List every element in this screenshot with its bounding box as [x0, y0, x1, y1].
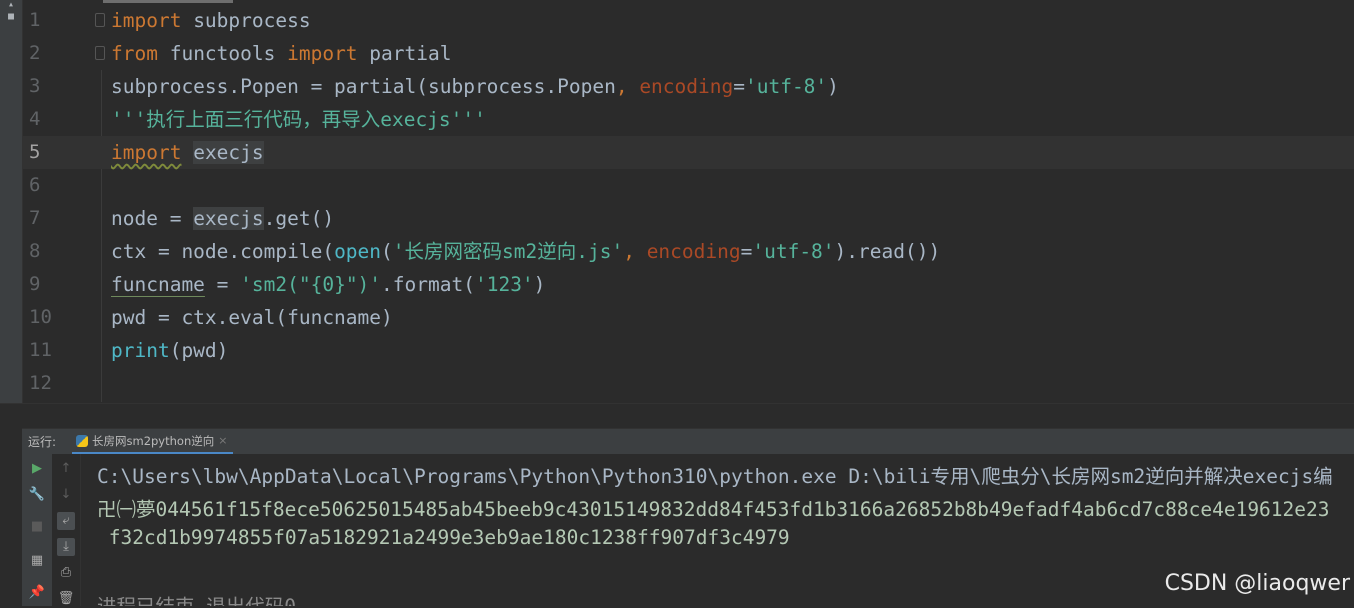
keyword: import	[111, 141, 182, 164]
pin-icon[interactable]: 📌	[28, 584, 46, 602]
line-number: 9	[29, 273, 41, 295]
console-output-line: 卍㈠夢044561f15f8ece50625015485ab45beeb9c43…	[97, 498, 1330, 521]
code-text: subprocess.Popen = partial(subprocess.Po…	[111, 75, 616, 98]
line-number: 4	[29, 108, 41, 130]
soft-wrap-icon[interactable]: ⤶	[57, 512, 75, 530]
code-line-3[interactable]: 3 subprocess.Popen = partial(subprocess.P…	[23, 70, 1354, 103]
code-line-9[interactable]: 9 funcname = 'sm2("{0}")'.format('123')	[23, 268, 1354, 301]
keyword: from	[111, 42, 158, 65]
string: 'utf-8'	[744, 75, 828, 98]
print-icon[interactable]: ⎙	[57, 564, 75, 582]
line-number: 1	[29, 9, 41, 31]
up-arrow-icon[interactable]: ↑	[57, 460, 75, 478]
console-output-line: f32cd1b9974855f07a5182921a2499e3eb9ae180…	[97, 526, 790, 549]
code-text: =	[740, 240, 753, 263]
code-text: functools	[157, 42, 288, 65]
run-toolbar: ▶ 🔧 ■ ▦ 📌	[22, 454, 52, 606]
comma: ,	[615, 75, 640, 98]
trash-icon[interactable]: 🗑	[57, 590, 75, 608]
editor-tab-indicator	[103, 0, 233, 3]
code-text: subprocess	[181, 9, 311, 32]
left-tool-strip: ▴ ■	[0, 0, 23, 428]
line-number: 5	[29, 141, 41, 163]
stop-icon[interactable]: ■	[28, 518, 46, 536]
param-name: encoding	[646, 240, 741, 263]
keyword: import	[287, 42, 358, 65]
code-text: )	[533, 273, 546, 296]
string: 'utf-8'	[752, 240, 835, 263]
console-exit-line: 进程已结束,退出代码0	[97, 590, 296, 606]
line-number: 3	[29, 75, 41, 97]
panel-divider[interactable]	[0, 403, 1354, 429]
run-config-tab[interactable]: 长房网sm2python逆向 ×	[72, 429, 234, 455]
console-command-line: C:\Users\lbw\AppData\Local\Programs\Pyth…	[97, 465, 1333, 488]
code-text: (pwd)	[169, 339, 229, 362]
code-line-5[interactable]: 5 import execjs	[23, 136, 1354, 169]
builtin: print	[111, 339, 170, 362]
variable: funcname	[111, 273, 205, 296]
run-label: 运行:	[28, 435, 57, 449]
code-line-4[interactable]: 4 '''执行上面三行代码，再导入execjs'''	[23, 103, 1354, 136]
string: '123'	[474, 273, 534, 296]
code-text: .get()	[263, 207, 335, 230]
code-line-12[interactable]: 12	[23, 367, 1354, 400]
code-line-1[interactable]: 1 import subprocess	[23, 4, 1354, 37]
code-line-11[interactable]: 11 print(pwd)	[23, 334, 1354, 367]
watermark: CSDN @liaoqwer	[1164, 571, 1350, 596]
code-line-10[interactable]: 10 pwd = ctx.eval(funcname)	[23, 301, 1354, 334]
line-number: 12	[29, 372, 52, 394]
folder-icon[interactable]: ■	[5, 12, 17, 22]
code-text: ctx = node.compile(	[111, 240, 335, 263]
code-text: .format(	[381, 273, 475, 296]
line-number: 10	[29, 306, 52, 328]
code-text: =	[204, 273, 241, 296]
code-editor[interactable]: 1 import subprocess 2 from functools impor…	[23, 0, 1354, 403]
down-arrow-icon[interactable]: ↓	[57, 486, 75, 504]
run-toolwindow-header: 运行: 长房网sm2python逆向 ×	[22, 428, 1354, 455]
string: 'sm2("{0}")'	[240, 273, 382, 296]
line-number: 11	[29, 339, 52, 361]
line-number: 6	[29, 174, 41, 196]
code-lines[interactable]: 1 import subprocess 2 from functools impor…	[23, 4, 1354, 400]
code-text: node =	[111, 207, 194, 230]
keyword: import	[111, 9, 182, 32]
code-text: ).read())	[834, 240, 941, 263]
console-output[interactable]: C:\Users\lbw\AppData\Local\Programs\Pyth…	[81, 454, 1354, 606]
docstring: '''执行上面三行代码，再导入execjs'''	[111, 108, 486, 131]
line-number: 2	[29, 42, 41, 64]
project-icon[interactable]: ▴	[5, 0, 17, 10]
code-text: execjs	[193, 141, 264, 164]
rerun-icon[interactable]: ▶	[28, 460, 46, 478]
code-text: )	[827, 75, 839, 98]
code-line-6[interactable]: 6	[23, 169, 1354, 202]
wrench-icon[interactable]: 🔧	[28, 486, 46, 504]
code-line-2[interactable]: 2 from functools import partial	[23, 37, 1354, 70]
comma: ,	[623, 240, 647, 263]
code-text: execjs	[193, 207, 264, 230]
code-text: =	[733, 75, 745, 98]
scroll-to-end-icon[interactable]: ⤓	[57, 538, 75, 556]
string: '长房网密码sm2逆向.js'	[392, 240, 624, 263]
code-text: (	[381, 240, 393, 263]
python-icon	[76, 434, 88, 447]
code-text: partial	[357, 42, 452, 65]
console-toolbar: ↑ ↓ ⤶ ⤓ ⎙ 🗑	[52, 454, 81, 606]
param-name: encoding	[639, 75, 734, 98]
code-line-7[interactable]: 7 node = execjs.get()	[23, 202, 1354, 235]
close-icon[interactable]: ×	[218, 434, 227, 447]
line-number: 7	[29, 207, 41, 229]
layout-icon[interactable]: ▦	[28, 552, 46, 570]
line-number: 8	[29, 240, 41, 262]
builtin: open	[334, 240, 382, 263]
code-line-8[interactable]: 8 ctx = node.compile(open('长房网密码sm2逆向.js'…	[23, 235, 1354, 268]
run-tab-title: 长房网sm2python逆向	[92, 433, 215, 448]
code-text: pwd = ctx.eval(funcname)	[111, 306, 393, 329]
